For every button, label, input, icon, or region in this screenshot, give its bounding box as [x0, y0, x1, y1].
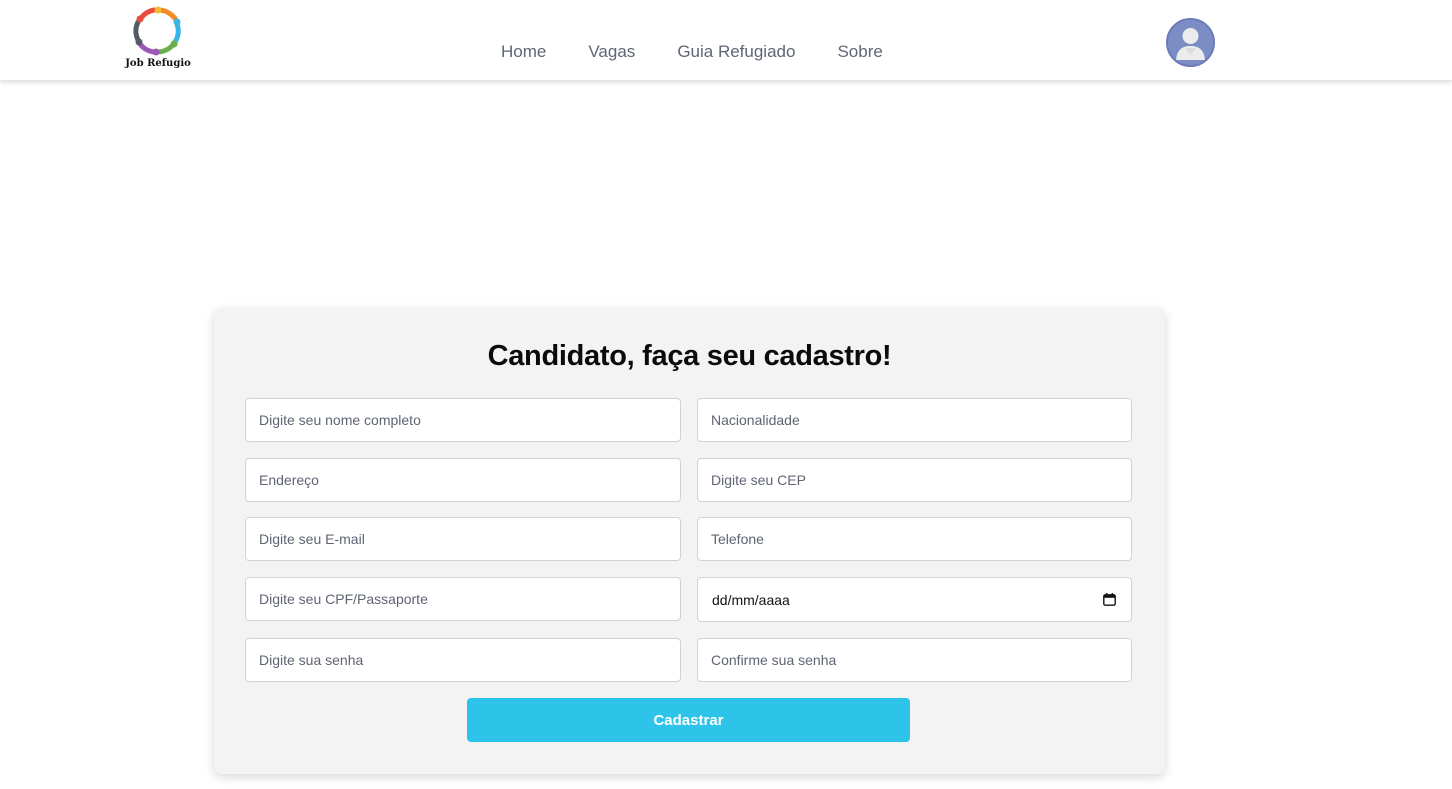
top-navbar: Job Refugio Home Vagas Guia Refugiado So…: [0, 0, 1452, 81]
nav-link-home[interactable]: Home: [501, 42, 546, 62]
register-button[interactable]: Cadastrar: [467, 698, 910, 742]
address-input[interactable]: [245, 458, 681, 502]
brand-logo[interactable]: Job Refugio: [120, 4, 196, 72]
nav-link-vagas[interactable]: Vagas: [588, 42, 635, 62]
user-avatar-icon: [1176, 28, 1205, 60]
cep-input[interactable]: [697, 458, 1132, 502]
user-avatar-button[interactable]: [1166, 18, 1215, 67]
birthdate-display: dd/mm/aaaa: [712, 592, 790, 608]
nav-link-guia-refugiado[interactable]: Guia Refugiado: [677, 42, 795, 62]
calendar-icon[interactable]: [1103, 593, 1116, 606]
phone-input[interactable]: [697, 517, 1132, 561]
main-nav: Home Vagas Guia Refugiado Sobre: [501, 42, 883, 62]
nationality-input[interactable]: [697, 398, 1132, 442]
people-circle-logo-icon: [133, 6, 181, 56]
full-name-input[interactable]: [245, 398, 681, 442]
password-input[interactable]: [245, 638, 681, 682]
brand-name: Job Refugio: [125, 58, 191, 69]
birthdate-input[interactable]: dd/mm/aaaa: [697, 577, 1132, 622]
page-title: Candidato, faça seu cadastro!: [487, 340, 892, 372]
nav-link-sobre[interactable]: Sobre: [837, 42, 882, 62]
confirm-password-input[interactable]: [697, 638, 1132, 682]
registration-card: Candidato, faça seu cadastro! dd/mm/aaaa…: [214, 308, 1165, 774]
cpf-passport-input[interactable]: [245, 577, 681, 621]
email-input[interactable]: [245, 517, 681, 561]
